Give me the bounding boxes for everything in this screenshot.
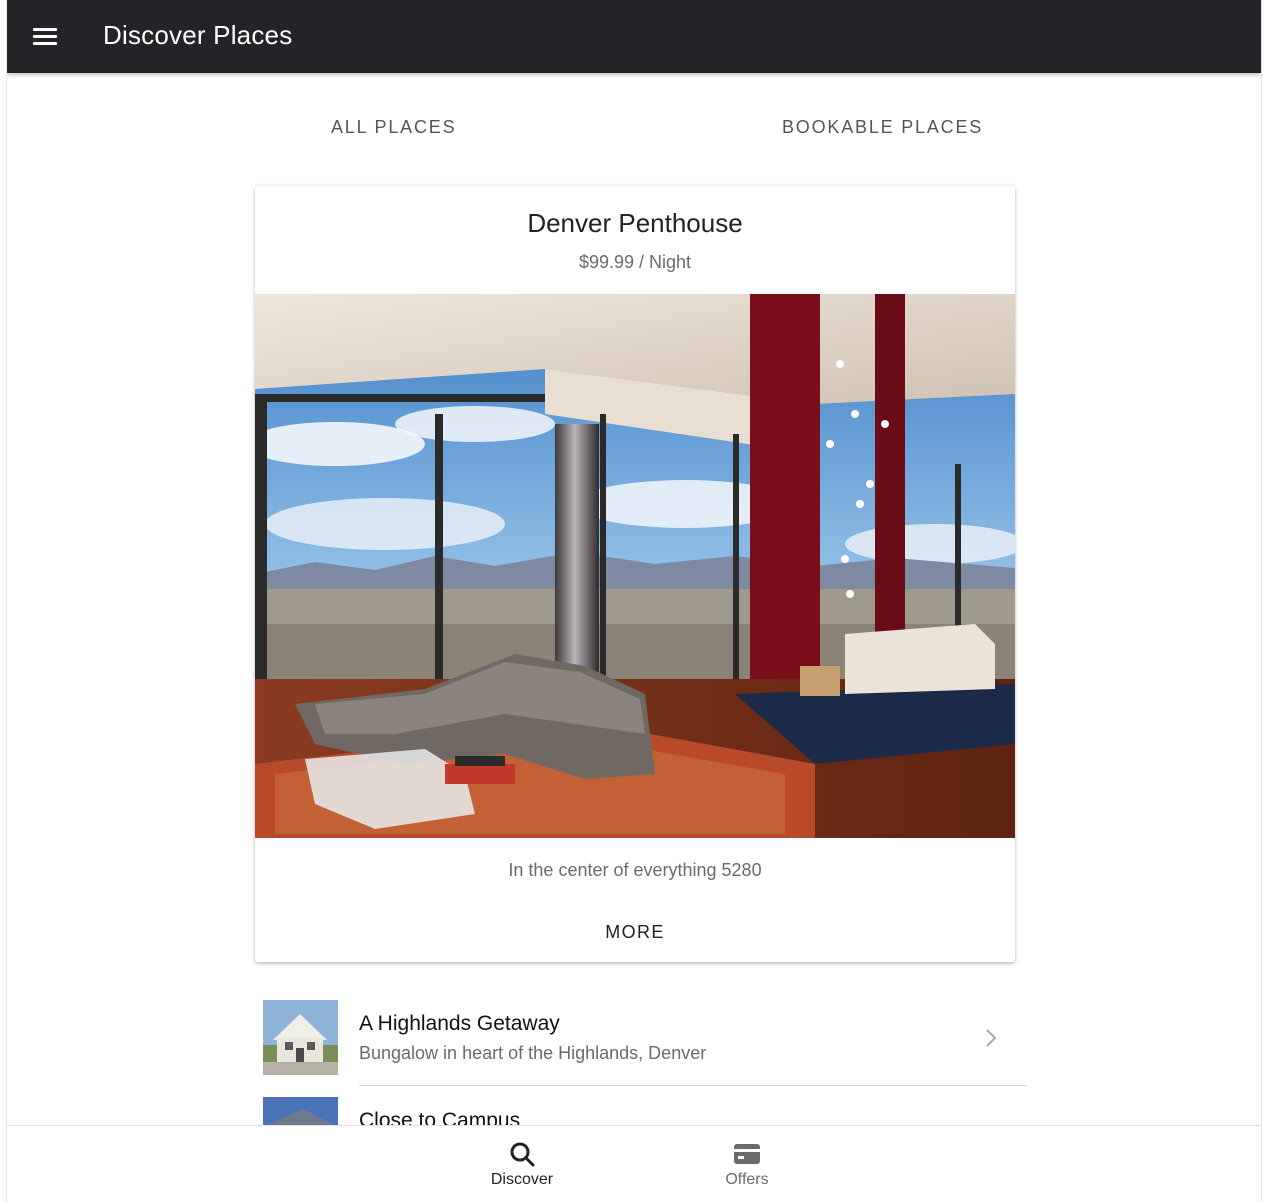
chevron-right-icon [986, 1029, 997, 1047]
place-thumbnail [263, 1000, 338, 1075]
segment-bookable-places[interactable]: BOOKABLE PLACES [782, 117, 983, 138]
tab-offers[interactable]: Offers [687, 1126, 807, 1202]
card-icon [734, 1144, 760, 1164]
featured-place-title: Denver Penthouse [527, 208, 743, 238]
places-filter-segment: ALL PLACES BOOKABLE PLACES [7, 73, 1261, 183]
featured-place-card: Denver Penthouse $99.99 / Night In the c… [255, 186, 1015, 962]
more-button[interactable]: MORE [575, 922, 695, 943]
app-frame: Discover Places ALL PLACES BOOKABLE PLAC… [6, 0, 1262, 1202]
featured-place-image [255, 294, 1015, 838]
toolbar: Discover Places [7, 0, 1261, 73]
menu-icon[interactable] [29, 22, 61, 50]
tab-discover[interactable]: Discover [462, 1126, 582, 1202]
list-item-title: A Highlands Getaway [359, 1012, 560, 1035]
bottom-tab-bar: Discover Offers [7, 1125, 1261, 1202]
featured-place-price: $99.99 / Night [578, 252, 692, 272]
page-title: Discover Places [103, 20, 293, 50]
tab-discover-label: Discover [490, 1171, 554, 1188]
tab-offers-label: Offers [725, 1171, 769, 1188]
segment-all-places[interactable]: ALL PLACES [331, 117, 456, 138]
featured-place-description: In the center of everything 5280 [508, 860, 762, 880]
search-icon [510, 1142, 535, 1167]
list-item[interactable]: A Highlands Getaway Bungalow in heart of… [263, 1000, 1027, 1086]
list-item-subtitle: Bungalow in heart of the Highlands, Denv… [359, 1043, 707, 1063]
list-divider [359, 1085, 1027, 1086]
